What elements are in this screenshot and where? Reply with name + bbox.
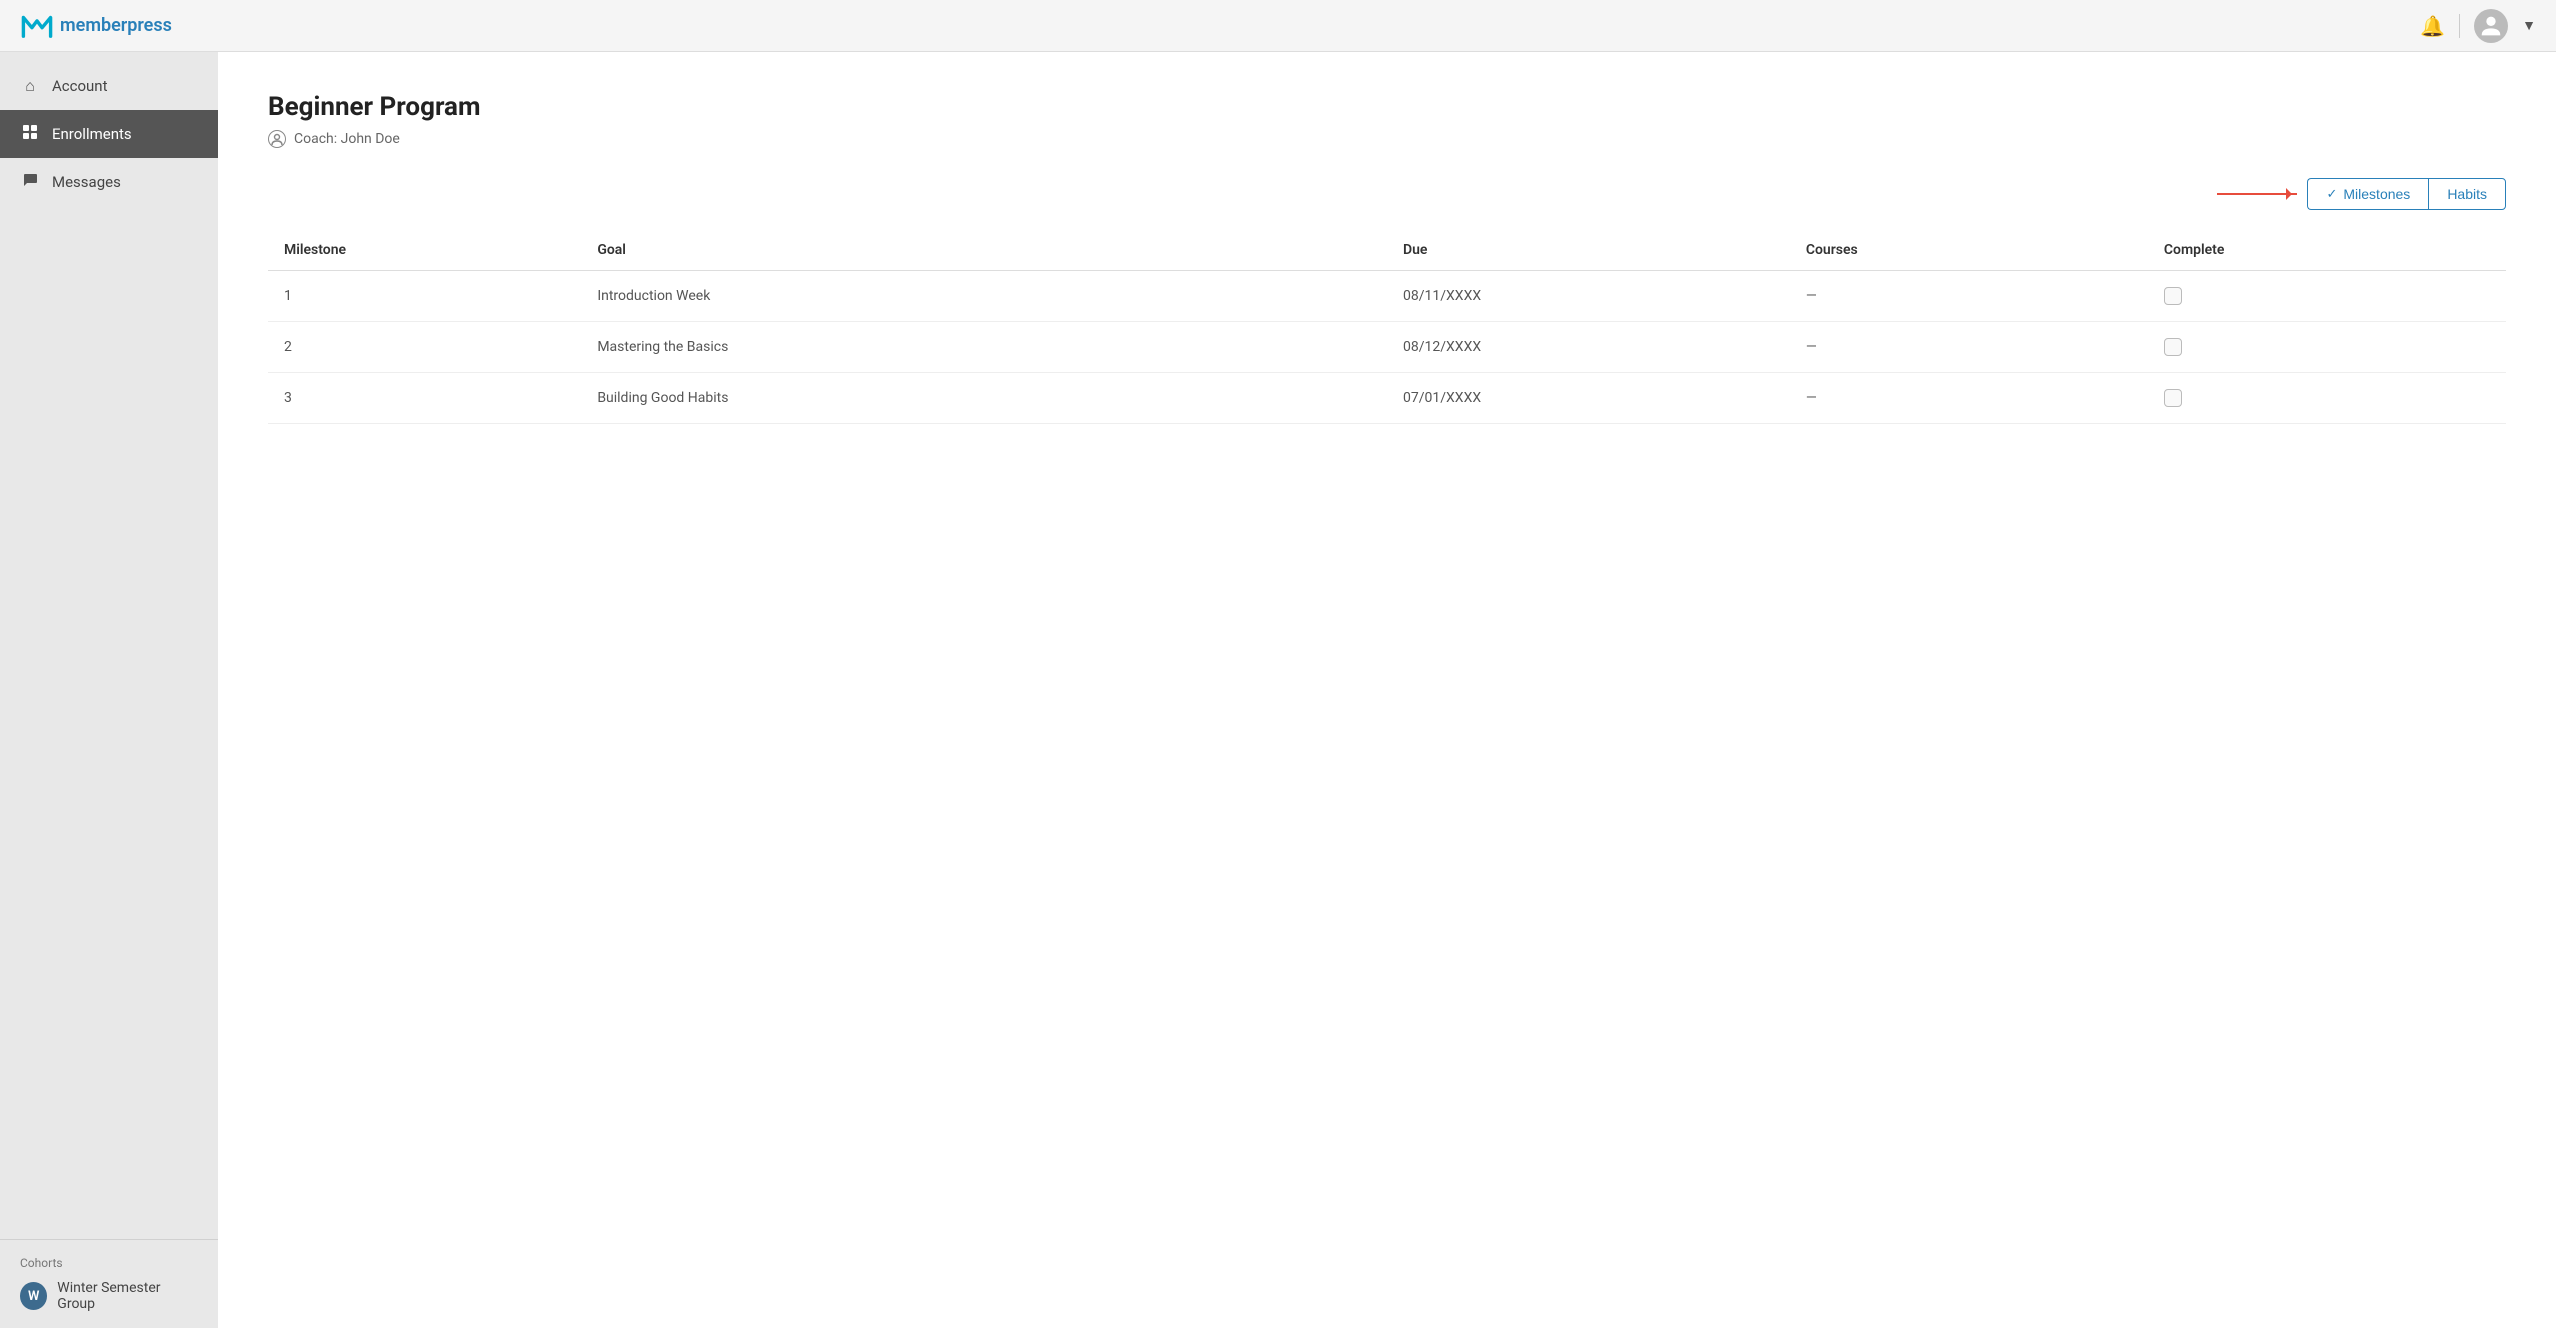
nav-divider (2459, 14, 2460, 38)
cell-due-2: 08/12/XXXX (1387, 322, 1790, 373)
sidebar-bottom: Cohorts W Winter Semester Group (0, 1239, 218, 1328)
cohorts-label: Cohorts (20, 1256, 198, 1270)
tab-buttons: ✓ Milestones Habits (2307, 178, 2506, 210)
chevron-down-icon[interactable]: ▼ (2522, 17, 2536, 34)
tab-habits[interactable]: Habits (2428, 178, 2506, 210)
chat-icon (20, 172, 40, 192)
logo-icon (20, 9, 54, 43)
cohort-badge: W (20, 1282, 47, 1310)
tab-milestones-label: Milestones (2343, 186, 2410, 202)
table-header: Milestone Goal Due Courses Complete (268, 230, 2506, 271)
table-row: 2 Mastering the Basics 08/12/XXXX — (268, 322, 2506, 373)
bell-icon[interactable]: 🔔 (2420, 14, 2445, 38)
grid-icon (20, 124, 40, 144)
avatar[interactable] (2474, 9, 2508, 43)
home-icon: ⌂ (20, 76, 40, 96)
cell-goal-2: Mastering the Basics (581, 322, 1387, 373)
complete-checkbox-2[interactable] (2164, 338, 2182, 356)
nav-right: 🔔 ▼ (2420, 9, 2536, 43)
sidebar-item-messages[interactable]: Messages (0, 158, 218, 206)
table-row: 3 Building Good Habits 07/01/XXXX — (268, 373, 2506, 424)
complete-checkbox-1[interactable] (2164, 287, 2182, 305)
tab-milestones[interactable]: ✓ Milestones (2307, 178, 2428, 210)
sidebar-nav: ⌂ Account Enrollments (0, 62, 218, 1239)
coach-icon (268, 130, 286, 148)
cell-courses-2: — (1790, 322, 2148, 373)
sidebar: ⌂ Account Enrollments (0, 52, 218, 1328)
sidebar-item-label-account: Account (52, 77, 108, 95)
cell-goal-3: Building Good Habits (581, 373, 1387, 424)
arrow-line (2217, 193, 2297, 195)
checkbox-area-3 (2164, 389, 2490, 407)
main-layout: ⌂ Account Enrollments (0, 52, 2556, 1328)
cell-milestone-2: 2 (268, 322, 581, 373)
logo-text: memberpress (60, 15, 172, 36)
cell-milestone-1: 1 (268, 271, 581, 322)
logo-area[interactable]: memberpress (20, 9, 172, 43)
coach-line: Coach: John Doe (268, 130, 2506, 148)
sidebar-item-enrollments[interactable]: Enrollments (0, 110, 218, 158)
coach-label: Coach: John Doe (294, 131, 400, 147)
table-row: 1 Introduction Week 08/11/XXXX — (268, 271, 2506, 322)
th-milestone: Milestone (268, 230, 581, 271)
arrow-indicator (2217, 178, 2297, 210)
top-nav: memberpress 🔔 ▼ (0, 0, 2556, 52)
cell-goal-1: Introduction Week (581, 271, 1387, 322)
cell-complete-1 (2148, 271, 2506, 322)
page-title: Beginner Program (268, 92, 2506, 122)
milestones-table: Milestone Goal Due Courses Complete 1 In… (268, 230, 2506, 424)
th-complete: Complete (2148, 230, 2506, 271)
table-body: 1 Introduction Week 08/11/XXXX — 2 Maste… (268, 271, 2506, 424)
complete-checkbox-3[interactable] (2164, 389, 2182, 407)
cohort-item[interactable]: W Winter Semester Group (20, 1280, 198, 1312)
sidebar-item-label-enrollments: Enrollments (52, 125, 132, 143)
check-icon: ✓ (2326, 186, 2337, 202)
tab-habits-label: Habits (2447, 186, 2487, 202)
cell-courses-1: — (1790, 271, 2148, 322)
cell-complete-3 (2148, 373, 2506, 424)
th-goal: Goal (581, 230, 1387, 271)
cohort-name: Winter Semester Group (57, 1280, 198, 1312)
cell-due-1: 08/11/XXXX (1387, 271, 1790, 322)
th-courses: Courses (1790, 230, 2148, 271)
checkbox-area-1 (2164, 287, 2490, 305)
cell-complete-2 (2148, 322, 2506, 373)
sidebar-item-label-messages: Messages (52, 173, 121, 191)
cell-courses-3: — (1790, 373, 2148, 424)
cell-milestone-3: 3 (268, 373, 581, 424)
tab-area: ✓ Milestones Habits (268, 178, 2506, 210)
sidebar-item-account[interactable]: ⌂ Account (0, 62, 218, 110)
th-due: Due (1387, 230, 1790, 271)
content-area: Beginner Program Coach: John Doe ✓ Miles… (218, 52, 2556, 1328)
cell-due-3: 07/01/XXXX (1387, 373, 1790, 424)
checkbox-area-2 (2164, 338, 2490, 356)
